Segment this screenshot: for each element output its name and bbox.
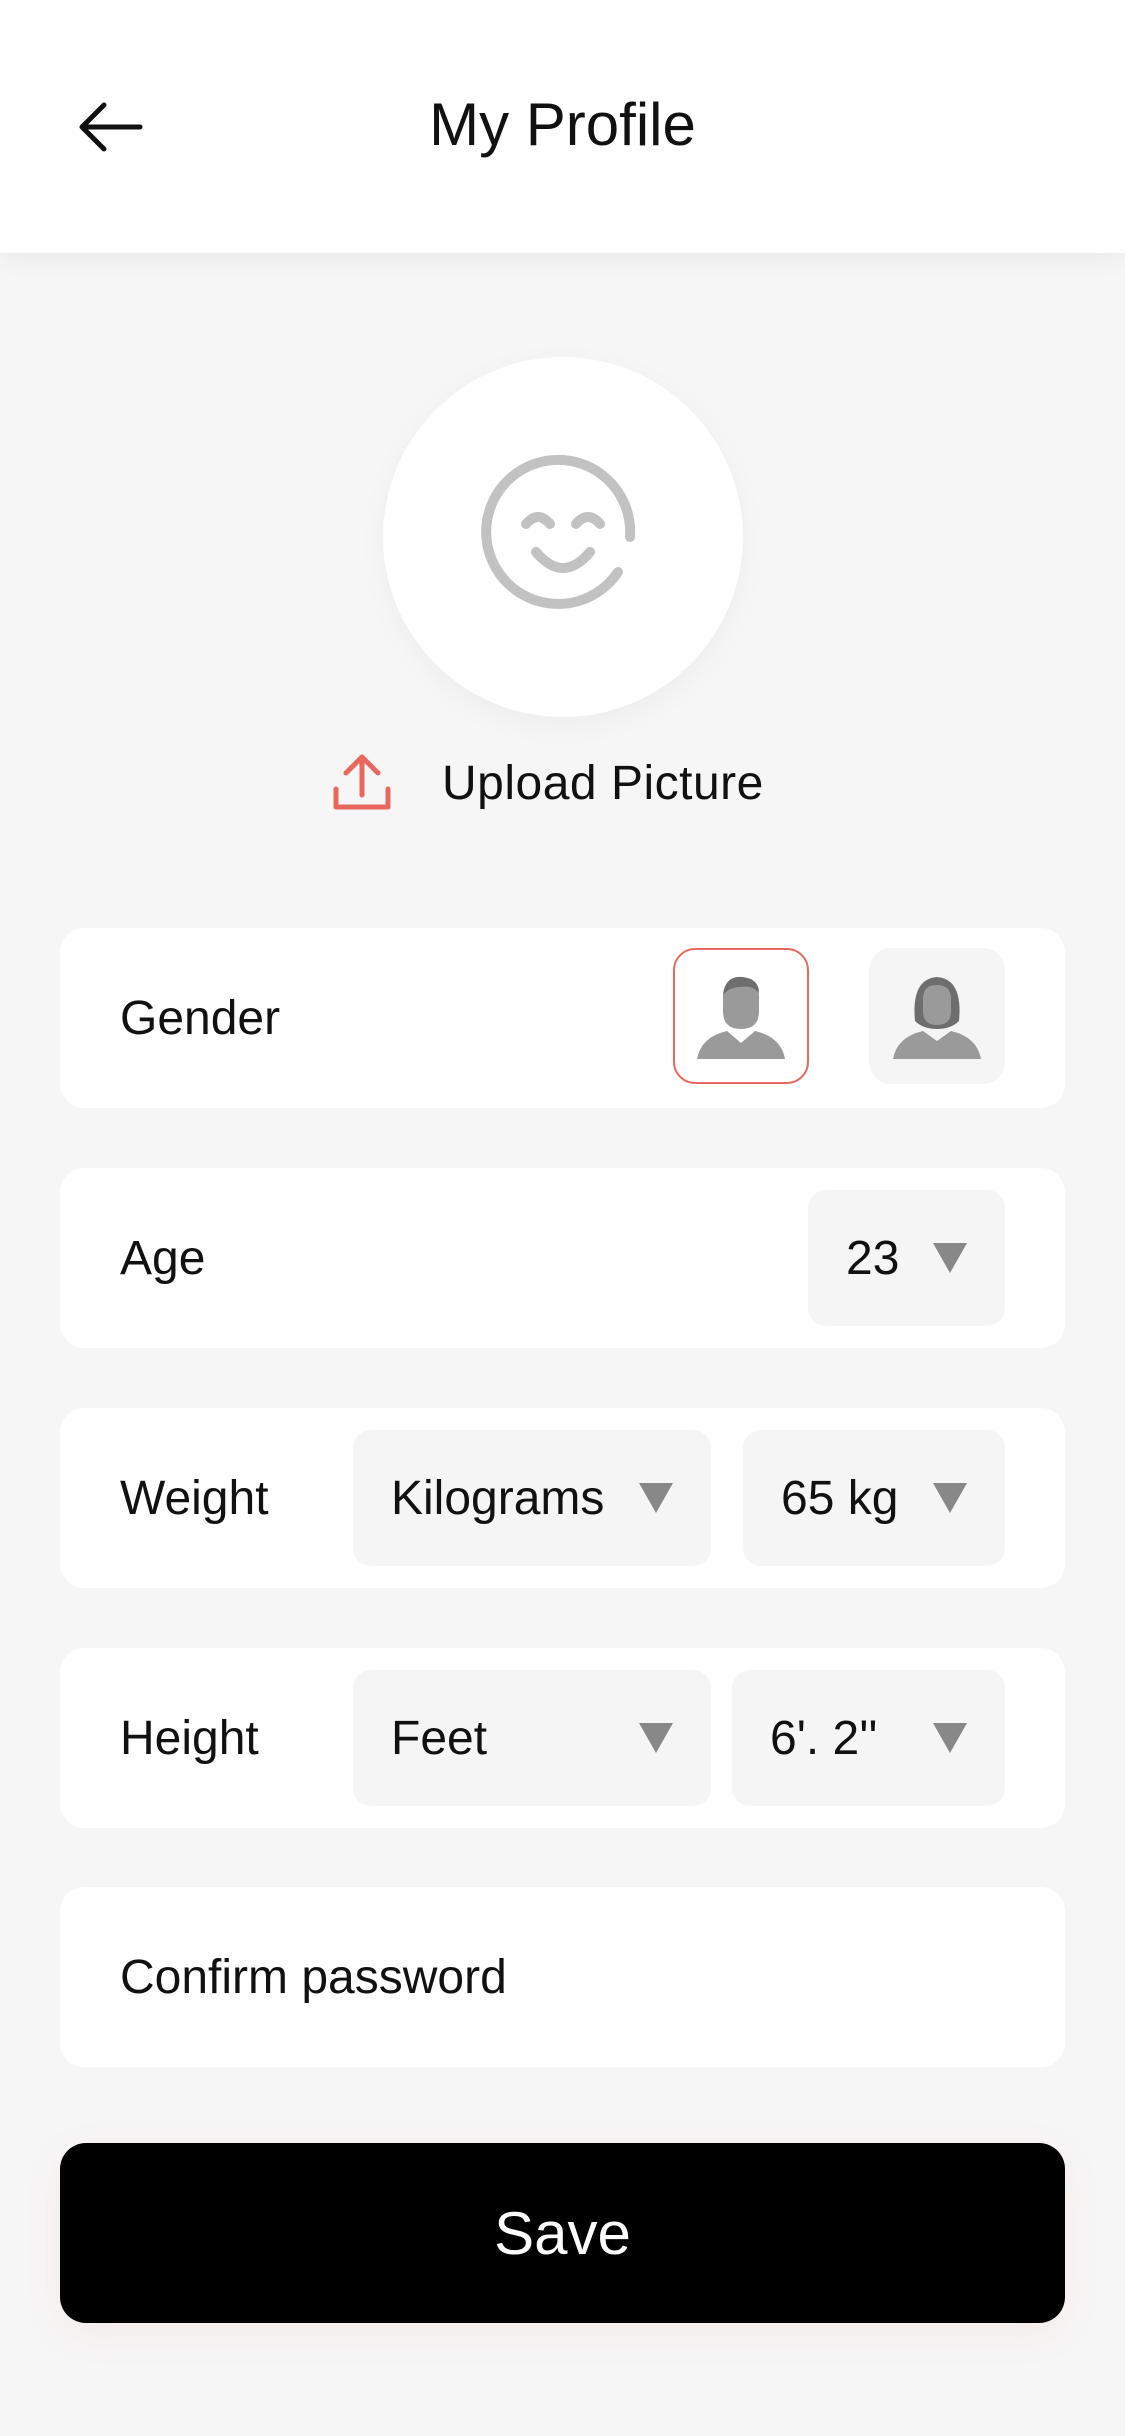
gender-label: Gender <box>120 991 281 1045</box>
weight-unit-value: Kilograms <box>391 1471 605 1525</box>
caret-down-icon <box>639 1723 673 1753</box>
save-button[interactable]: Save <box>60 2143 1065 2323</box>
weight-row: Weight Kilograms 65 kg <box>60 1408 1065 1588</box>
caret-down-icon <box>933 1243 967 1273</box>
caret-down-icon <box>639 1483 673 1513</box>
upload-picture-button[interactable]: Upload Picture <box>330 745 764 821</box>
height-value: 6'. 2'' <box>770 1711 878 1765</box>
upload-icon <box>333 754 391 810</box>
header: My Profile <box>0 0 1125 253</box>
page-title: My Profile <box>429 91 696 158</box>
age-label: Age <box>120 1231 206 1285</box>
upload-picture-label: Upload Picture <box>442 756 764 810</box>
confirm-password-placeholder: Confirm password <box>120 1950 507 2004</box>
smiley-face-icon <box>481 454 636 609</box>
gender-male-button[interactable] <box>673 948 809 1084</box>
age-row: Age 23 <box>60 1168 1065 1348</box>
weight-value-select[interactable]: 65 kg <box>743 1430 1005 1566</box>
avatar[interactable] <box>383 357 743 717</box>
height-value-select[interactable]: 6'. 2'' <box>732 1670 1005 1806</box>
height-label: Height <box>120 1711 259 1765</box>
gender-row: Gender <box>60 928 1065 1108</box>
height-row: Height Feet 6'. 2'' <box>60 1648 1065 1828</box>
weight-label: Weight <box>120 1471 269 1525</box>
age-select[interactable]: 23 <box>808 1190 1005 1326</box>
weight-value: 65 kg <box>781 1471 899 1525</box>
female-avatar-icon <box>893 977 981 1059</box>
height-unit-select[interactable]: Feet <box>353 1670 711 1806</box>
weight-unit-select[interactable]: Kilograms <box>353 1430 711 1566</box>
male-avatar-icon <box>697 976 785 1059</box>
caret-down-icon <box>933 1723 967 1753</box>
gender-female-button[interactable] <box>869 948 1005 1084</box>
caret-down-icon <box>933 1483 967 1513</box>
height-unit-value: Feet <box>391 1711 488 1765</box>
confirm-password-field[interactable]: Confirm password <box>60 1887 1065 2067</box>
age-value: 23 <box>846 1231 900 1285</box>
